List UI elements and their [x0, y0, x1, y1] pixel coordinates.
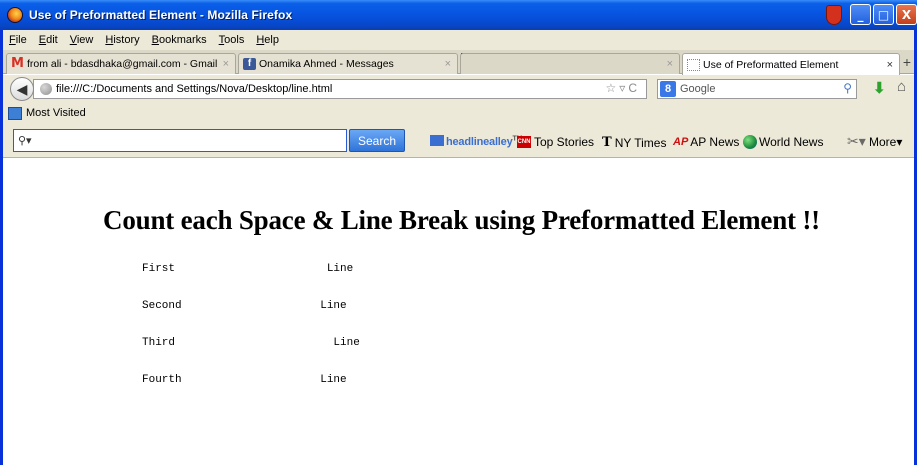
- link-ny-times[interactable]: T NY Times: [602, 135, 666, 150]
- google-icon[interactable]: 8: [660, 81, 676, 97]
- home-icon[interactable]: ⌂: [897, 78, 906, 95]
- facebook-icon: f: [243, 58, 256, 70]
- headline-alley-label: headlinealley: [446, 136, 513, 148]
- link-world-news[interactable]: World News: [743, 135, 823, 149]
- url-text: file:///C:/Documents and Settings/Nova/D…: [56, 83, 333, 95]
- search-dropdown-icon[interactable]: ⚲▾: [18, 134, 32, 147]
- toolbar-search-input[interactable]: ⚲▾: [13, 129, 347, 152]
- menu-bar: File Edit View History Bookmarks Tools H…: [3, 30, 914, 50]
- preformatted-block: First Line Second Line Third Line Fourth Li…: [142, 263, 360, 411]
- headline-alley-icon: [430, 135, 444, 146]
- menu-view[interactable]: View: [70, 34, 94, 46]
- nyt-icon: T: [602, 135, 612, 150]
- download-icon[interactable]: ⬇: [873, 79, 886, 97]
- site-identity-icon[interactable]: [40, 83, 52, 95]
- tab-label: Onamika Ahmed - Messages: [259, 58, 394, 70]
- page-heading: Count each Space & Line Break using Pref…: [103, 205, 820, 235]
- menu-help[interactable]: Help: [256, 34, 279, 46]
- tab-label: Use of Preformatted Element: [703, 58, 839, 71]
- browser-window: Use of Preformatted Element - Mozilla Fi…: [0, 0, 917, 465]
- web-search-box[interactable]: 8 Google ⚲: [657, 79, 857, 99]
- new-tab-icon[interactable]: +: [903, 54, 911, 70]
- link-label: AP News: [690, 135, 740, 149]
- most-visited-icon: [8, 106, 22, 120]
- globe-icon: [743, 135, 757, 149]
- ap-icon: AP: [673, 136, 689, 148]
- tab-close-icon[interactable]: ×: [223, 58, 229, 70]
- tab-preformatted[interactable]: Use of Preformatted Element ×: [682, 53, 900, 75]
- link-label: NY Times: [614, 135, 667, 150]
- pre-line: First Line: [142, 263, 354, 275]
- blank-page-icon: [687, 58, 700, 71]
- search-icon[interactable]: ⚲: [843, 81, 852, 95]
- minimize-button[interactable]: _: [850, 4, 871, 25]
- window-controls: _ □ X: [826, 4, 917, 25]
- link-label: World News: [759, 135, 824, 149]
- shield-icon[interactable]: [826, 4, 842, 25]
- page-content: Count each Space & Line Break using Pref…: [3, 159, 914, 465]
- navigation-bar: file:///C:/Documents and Settings/Nova/D…: [3, 75, 914, 102]
- url-bar[interactable]: file:///C:/Documents and Settings/Nova/D…: [33, 79, 647, 99]
- title-bar[interactable]: Use of Preformatted Element - Mozilla Fi…: [0, 0, 917, 30]
- tab-label: from ali - bdasdhaka@gmail.com - Gmail: [26, 58, 218, 70]
- menu-file[interactable]: File: [9, 34, 27, 46]
- pre-line: Second Line: [142, 300, 347, 312]
- menu-bookmarks[interactable]: Bookmarks: [152, 34, 207, 46]
- menu-edit[interactable]: Edit: [39, 34, 58, 46]
- bookmark-star-icon[interactable]: ☆▿C: [606, 81, 640, 95]
- tab-blank[interactable]: ×: [460, 53, 680, 74]
- close-button[interactable]: X: [896, 4, 917, 25]
- tools-icon[interactable]: ✂▾: [847, 133, 866, 150]
- search-button[interactable]: Search: [349, 129, 405, 152]
- menu-tools[interactable]: Tools: [219, 34, 245, 46]
- pre-line: Third Line: [142, 337, 360, 349]
- more-label: More: [869, 135, 897, 149]
- gmail-icon: M: [11, 56, 24, 71]
- bookmarks-bar: Most Visited: [3, 102, 914, 124]
- tab-messages[interactable]: f Onamika Ahmed - Messages ×: [238, 53, 458, 74]
- tab-strip: M from ali - bdasdhaka@gmail.com - Gmail…: [3, 50, 914, 75]
- maximize-button[interactable]: □: [873, 4, 894, 25]
- firefox-icon: [7, 7, 23, 23]
- search-toolbar: ⚲▾ Search headlinealleyTM CNNTop Stories…: [3, 124, 914, 158]
- window-title: Use of Preformatted Element - Mozilla Fi…: [29, 8, 293, 22]
- pre-line: Fourth Line: [142, 374, 347, 386]
- tab-close-icon[interactable]: ×: [667, 58, 673, 70]
- search-engine-label: Google: [680, 83, 716, 95]
- tab-close-icon[interactable]: ×: [445, 58, 451, 70]
- headline-alley-link[interactable]: headlinealleyTM: [430, 135, 522, 148]
- tab-gmail[interactable]: M from ali - bdasdhaka@gmail.com - Gmail…: [6, 53, 236, 74]
- more-button[interactable]: More▾: [869, 135, 902, 149]
- link-ap-news[interactable]: AP AP News: [673, 135, 739, 149]
- back-button[interactable]: ◀: [10, 77, 34, 101]
- link-top-stories[interactable]: CNN Top Stories: [517, 135, 594, 149]
- menu-history[interactable]: History: [105, 34, 139, 46]
- cnn-icon: CNN: [517, 136, 531, 148]
- tab-close-icon[interactable]: ×: [887, 59, 893, 71]
- bookmark-most-visited[interactable]: Most Visited: [26, 107, 86, 119]
- back-arrow-icon: ◀: [16, 80, 28, 97]
- link-label: Top Stories: [534, 135, 595, 149]
